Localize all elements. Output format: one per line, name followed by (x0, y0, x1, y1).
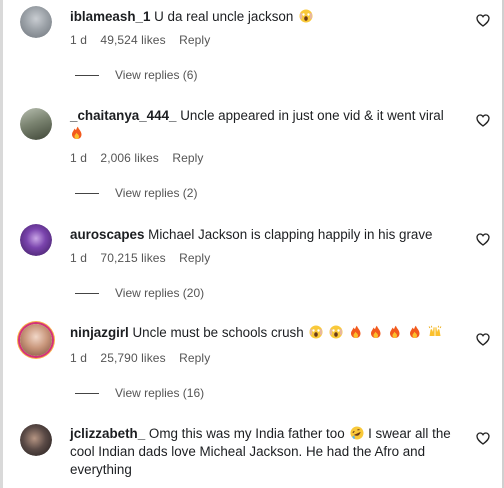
heart-icon[interactable] (476, 233, 490, 246)
view-replies-label: View replies (2) (115, 186, 198, 200)
reply-button[interactable]: Reply (172, 151, 203, 165)
avatar[interactable] (20, 224, 52, 256)
comment-body: U da real uncle jackson (154, 9, 294, 24)
fire-emoji-icon (410, 325, 420, 338)
scream-face-emoji-icon (309, 325, 323, 339)
comment-text: auroscapes Michael Jackson is clapping h… (70, 226, 462, 244)
avatar[interactable] (20, 424, 52, 456)
replies-divider (75, 393, 99, 395)
view-replies-button[interactable]: View replies (20) (75, 286, 204, 300)
comment-likes[interactable]: 25,790 likes (100, 351, 165, 365)
left-edge-divider (0, 0, 3, 488)
heart-icon[interactable] (476, 14, 490, 27)
replies-divider (75, 75, 99, 77)
fire-emoji-icon (350, 325, 361, 338)
avatar[interactable] (20, 108, 52, 140)
comment-username[interactable]: auroscapes (70, 227, 144, 242)
comment-likes[interactable]: 49,524 likes (100, 33, 165, 47)
comment-username[interactable]: _chaitanya_444_ (70, 108, 176, 123)
comment-text: jclizzabeth_ Omg this was my India fathe… (70, 425, 462, 479)
scream-face-emoji-icon (299, 9, 313, 23)
fire-emoji-icon (370, 325, 381, 338)
comment-meta: 1 d 49,524 likes Reply (70, 33, 220, 47)
comment-username[interactable]: ninjazgirl (70, 325, 129, 340)
fire-emoji-icon (390, 325, 400, 338)
avatar-story-ring[interactable] (20, 324, 52, 356)
comment-text: ninjazgirl Uncle must be schools crush (70, 324, 462, 342)
comment-meta: 1 d 2,006 likes Reply (70, 151, 214, 165)
comment-time: 1 d (70, 33, 87, 47)
heart-icon[interactable] (476, 333, 490, 346)
comment-body: Michael Jackson is clapping happily in h… (148, 227, 433, 242)
comment-meta: 1 d 25,790 likes Reply (70, 351, 220, 365)
comment-username[interactable]: jclizzabeth_ (70, 426, 145, 441)
view-replies-label: View replies (16) (115, 386, 205, 400)
comment-time: 1 d (70, 351, 87, 365)
avatar[interactable] (20, 6, 52, 38)
view-replies-label: View replies (20) (115, 286, 205, 300)
view-replies-button[interactable]: View replies (2) (75, 186, 197, 200)
comment-text: iblameash_1 U da real uncle jackson (70, 8, 462, 26)
comment-likes[interactable]: 2,006 likes (100, 151, 158, 165)
comment-likes[interactable]: 70,215 likes (100, 251, 165, 265)
reply-button[interactable]: Reply (179, 33, 210, 47)
raising-hands-emoji-icon (428, 325, 442, 336)
comment-time: 1 d (70, 151, 87, 165)
comment-body: Uncle must be schools crush (132, 325, 304, 340)
view-replies-button[interactable]: View replies (6) (75, 68, 197, 82)
heart-icon[interactable] (476, 432, 490, 445)
replies-divider (75, 193, 99, 195)
reply-button[interactable]: Reply (179, 351, 210, 365)
view-replies-label: View replies (6) (115, 68, 198, 82)
rofl-emoji-icon (350, 426, 364, 440)
comment-username[interactable]: iblameash_1 (70, 9, 150, 24)
heart-icon[interactable] (476, 114, 490, 127)
comment-meta: 1 d 70,215 likes Reply (70, 251, 220, 265)
fire-emoji-icon (72, 126, 82, 139)
comment-body: Omg this was my India father too (148, 426, 345, 441)
replies-divider (75, 293, 99, 295)
reply-button[interactable]: Reply (179, 251, 210, 265)
scream-face-emoji-icon (329, 325, 343, 339)
comment-time: 1 d (70, 251, 87, 265)
comment-body: Uncle appeared in just one vid & it went… (180, 108, 444, 123)
view-replies-button[interactable]: View replies (16) (75, 386, 204, 400)
comment-text: _chaitanya_444_ Uncle appeared in just o… (70, 107, 462, 143)
